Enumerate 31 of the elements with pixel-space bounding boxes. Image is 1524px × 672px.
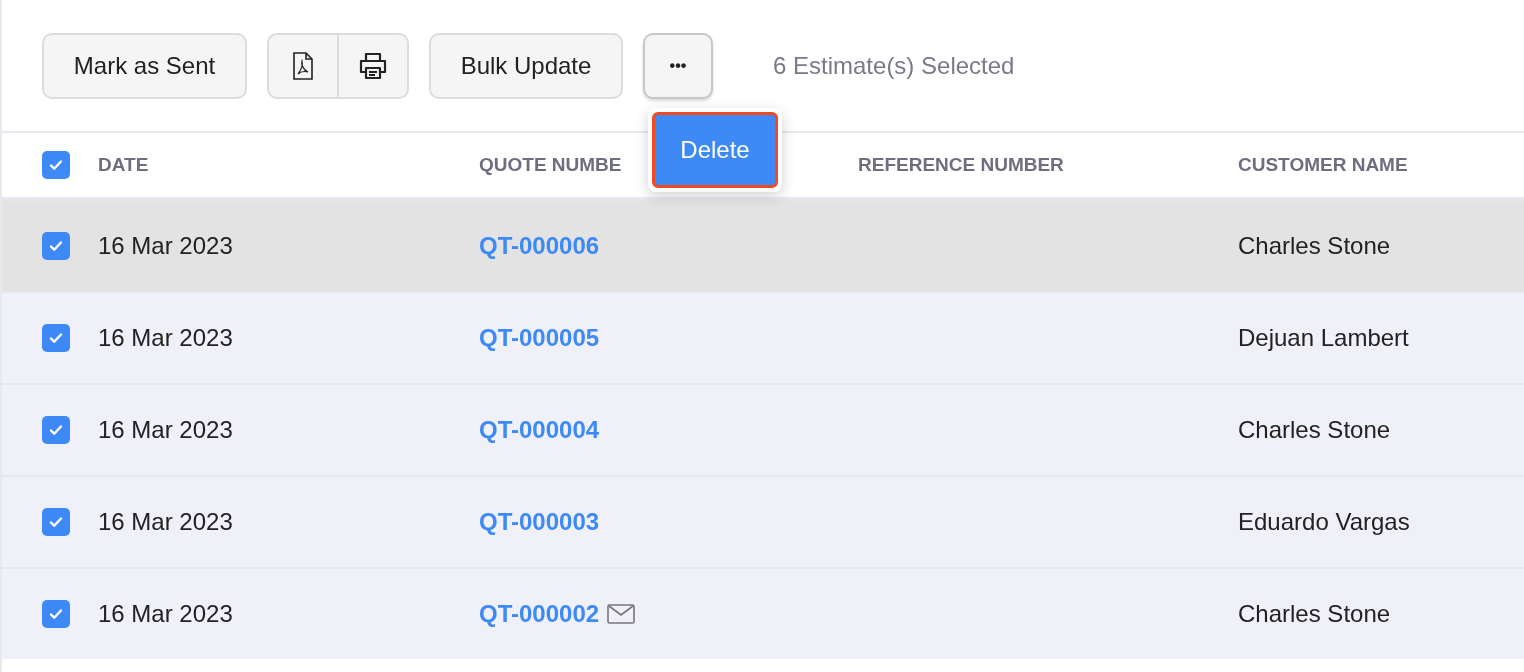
table-cell-text: 16 Mar 2023 <box>98 415 233 445</box>
table-row[interactable]: 16 Mar 2023 QT-000006 Charles Stone <box>2 199 1524 291</box>
table-cell-text: Eduardo Vargas <box>1238 507 1410 537</box>
column-header: QUOTE NUMBE <box>479 152 623 177</box>
printer-icon <box>358 51 388 80</box>
column-header: REFERENCE NUMBER <box>858 152 1065 177</box>
table-cell-text: Dejuan Lambert <box>1238 323 1409 353</box>
checkbox[interactable] <box>42 600 70 628</box>
table-cell-text: 16 Mar 2023 <box>98 323 233 353</box>
selection-count: 6 Estimate(s) Selected <box>773 50 1015 81</box>
checkbox[interactable] <box>42 232 70 260</box>
table-cell-text: 16 Mar 2023 <box>98 231 233 261</box>
column-header: DATE <box>98 152 150 177</box>
table-row[interactable]: 16 Mar 2023 QT-000003 Eduardo Vargas <box>2 475 1524 567</box>
pdf-icon <box>292 51 314 80</box>
table-cell-text: Charles Stone <box>1238 231 1391 261</box>
table-cell-text: Charles Stone <box>1238 599 1391 629</box>
checkbox[interactable] <box>42 508 70 536</box>
more-button[interactable]: ••• <box>643 32 713 99</box>
bulk-update-button[interactable]: Bulk Update <box>429 32 623 99</box>
table-cell-text: 16 Mar 2023 <box>98 599 233 629</box>
table-row[interactable]: 16 Mar 2023 QT-000004 Charles Stone <box>2 383 1524 475</box>
checkbox[interactable] <box>42 324 70 352</box>
checkbox[interactable] <box>42 151 70 179</box>
table-row[interactable]: 16 Mar 2023 QT-000005 Dejuan Lambert <box>2 291 1524 383</box>
mark-as-sent-button[interactable]: Mark as Sent <box>42 32 247 99</box>
table-cell-text: Charles Stone <box>1238 415 1391 445</box>
column-header: CUSTOMER NAME <box>1238 152 1409 177</box>
table-row[interactable]: 16 Mar 2023 QT-000002 Charles Stone <box>2 567 1524 659</box>
table-cell-text: 16 Mar 2023 <box>98 507 233 537</box>
checkbox[interactable] <box>42 416 70 444</box>
